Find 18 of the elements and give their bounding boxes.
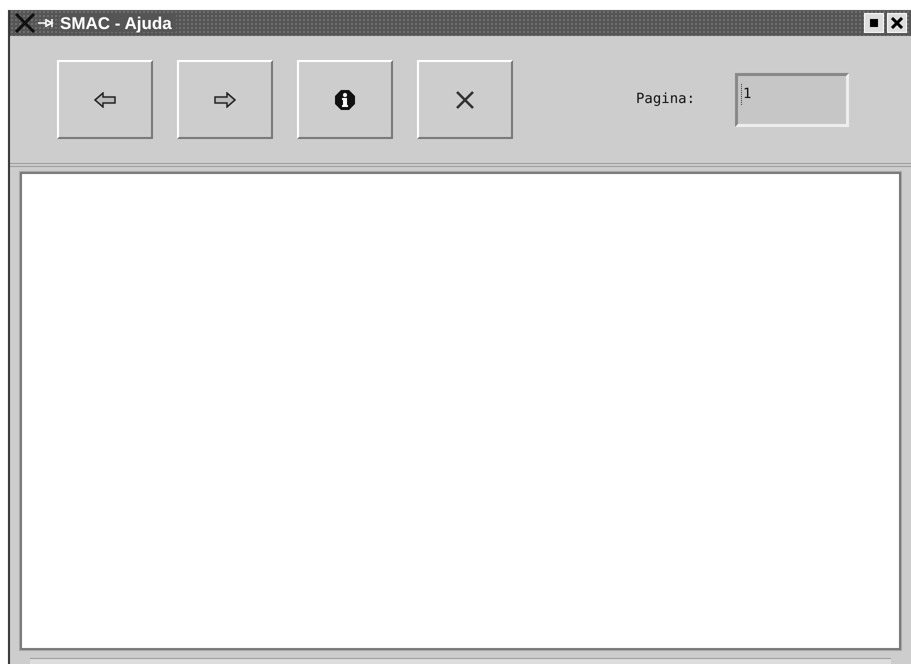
maximize-button[interactable] bbox=[864, 13, 884, 33]
square-icon bbox=[870, 19, 878, 27]
back-arrow-icon bbox=[94, 92, 116, 108]
info-icon bbox=[335, 90, 355, 110]
close-help-button[interactable] bbox=[417, 60, 513, 139]
info-button[interactable] bbox=[297, 60, 393, 139]
close-icon bbox=[891, 17, 903, 29]
forward-arrow-icon bbox=[214, 92, 236, 108]
close-button[interactable] bbox=[887, 13, 907, 33]
x-logo-icon bbox=[14, 13, 36, 33]
scrollbar[interactable] bbox=[30, 658, 891, 664]
window-title: SMAC - Ajuda bbox=[60, 14, 176, 32]
pin-icon[interactable] bbox=[38, 17, 56, 29]
close-icon bbox=[455, 90, 475, 110]
back-button[interactable] bbox=[57, 60, 153, 139]
forward-button[interactable] bbox=[177, 60, 273, 139]
page-label: Pagina: bbox=[636, 90, 696, 109]
page-field[interactable]: 1 bbox=[735, 72, 850, 126]
